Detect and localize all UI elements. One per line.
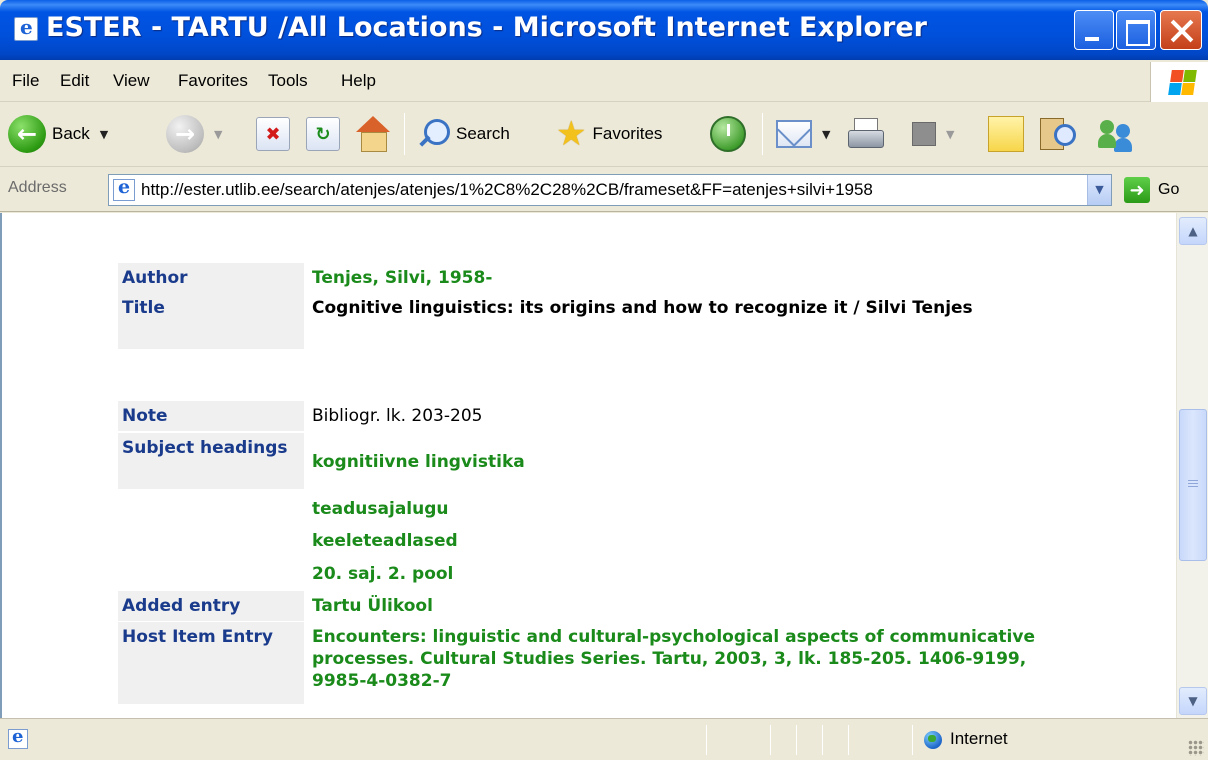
field-label-note: Note xyxy=(118,401,304,431)
stop-icon: ✖ xyxy=(256,117,290,151)
field-label-subject-headings: Subject headings xyxy=(118,433,304,489)
author-link[interactable]: Tenjes, Silvi, 1958- xyxy=(312,263,1072,293)
ie-page-icon xyxy=(14,15,38,41)
menu-tools[interactable]: Tools xyxy=(268,71,308,91)
search-icon xyxy=(416,117,450,151)
go-label: Go xyxy=(1158,181,1180,198)
status-divider xyxy=(912,725,913,755)
messenger-button[interactable] xyxy=(1096,111,1136,157)
note-value: Bibliogr. lk. 203-205 xyxy=(312,406,483,426)
back-dropdown-icon[interactable]: ▼ xyxy=(100,128,108,141)
mail-dropdown-icon[interactable]: ▼ xyxy=(822,128,830,141)
ie-page-icon xyxy=(113,176,135,201)
print-button[interactable] xyxy=(846,111,884,157)
window-title: ESTER - TARTU /All Locations - Microsoft… xyxy=(46,12,927,43)
edit-button[interactable]: ▼ xyxy=(912,111,954,157)
edit-dropdown-icon[interactable]: ▼ xyxy=(946,128,954,141)
security-zone-label: Internet xyxy=(950,729,1008,748)
address-url[interactable]: http://ester.utlib.ee/search/atenjes/ate… xyxy=(141,180,1083,200)
address-bar: Address http://ester.utlib.ee/search/ate… xyxy=(0,168,1208,212)
messenger-icon xyxy=(1096,116,1136,152)
research-button[interactable] xyxy=(1038,111,1076,157)
menu-file[interactable]: File xyxy=(12,71,39,91)
status-divider xyxy=(822,725,823,755)
mail-button[interactable]: ▼ xyxy=(776,111,830,157)
forward-dropdown-icon[interactable]: ▼ xyxy=(214,128,222,141)
menu-edit[interactable]: Edit xyxy=(60,71,89,91)
refresh-icon: ↻ xyxy=(306,117,340,151)
search-label: Search xyxy=(456,124,510,143)
notes-icon xyxy=(988,116,1024,152)
ie-page-icon xyxy=(8,726,28,749)
forward-button[interactable]: → ▼ xyxy=(166,111,222,157)
favorites-label: Favorites xyxy=(592,124,663,143)
resize-grip-icon[interactable] xyxy=(1188,740,1204,756)
title-bar[interactable]: ESTER - TARTU /All Locations - Microsoft… xyxy=(0,0,1208,60)
status-divider xyxy=(796,725,797,755)
research-icon xyxy=(1038,116,1076,152)
address-label: Address xyxy=(8,179,67,196)
close-button[interactable] xyxy=(1160,10,1202,50)
chevron-up-icon: ▲ xyxy=(1188,224,1198,238)
subject-link[interactable]: teadusajalugu xyxy=(312,494,1072,524)
history-button[interactable] xyxy=(710,111,746,157)
title-value: Cognitive linguistics: its origins and h… xyxy=(312,298,973,318)
print-icon xyxy=(846,118,884,150)
chevron-down-icon: ▼ xyxy=(1188,694,1198,708)
status-divider xyxy=(770,725,771,755)
menu-bar: File Edit View Favorites Tools Help xyxy=(0,60,1208,102)
field-label-title: Title xyxy=(118,293,304,349)
home-icon xyxy=(354,116,392,152)
menu-help[interactable]: Help xyxy=(341,71,376,91)
page-content: Author Tenjes, Silvi, 1958- Title Cognit… xyxy=(0,213,1176,718)
grip-icon xyxy=(1188,480,1198,488)
mail-icon xyxy=(776,120,812,148)
go-button[interactable]: ➜ Go xyxy=(1124,176,1179,204)
field-label-host-item-entry: Host Item Entry xyxy=(118,622,304,704)
vertical-scrollbar[interactable]: ▲ ▼ xyxy=(1176,213,1208,718)
field-label-author: Author xyxy=(118,263,304,293)
minimize-button[interactable] xyxy=(1074,10,1114,50)
go-arrow-icon: ➜ xyxy=(1124,177,1150,203)
host-item-link[interactable]: Encounters: linguistic and cultural-psyc… xyxy=(312,622,1052,696)
notes-button[interactable] xyxy=(988,111,1024,157)
windows-logo xyxy=(1150,62,1208,102)
favorites-star-icon: ★ xyxy=(556,114,587,154)
favorites-button[interactable]: ★ Favorites xyxy=(556,111,662,157)
back-arrow-icon: ← xyxy=(8,115,46,153)
scroll-down-button[interactable]: ▼ xyxy=(1179,687,1207,715)
added-entry-link[interactable]: Tartu Ülikool xyxy=(312,591,1072,621)
maximize-button[interactable] xyxy=(1116,10,1156,50)
address-dropdown-icon[interactable]: ▼ xyxy=(1087,175,1111,205)
address-input[interactable]: http://ester.utlib.ee/search/atenjes/ate… xyxy=(108,174,1112,206)
back-button[interactable]: ← Back ▼ xyxy=(8,111,108,157)
forward-arrow-icon: → xyxy=(166,115,204,153)
history-icon xyxy=(710,116,746,152)
menu-favorites[interactable]: Favorites xyxy=(178,71,248,91)
field-label-added-entry: Added entry xyxy=(118,591,304,621)
subject-link[interactable]: kognitiivne lingvistika xyxy=(312,447,1072,477)
status-bar: Internet xyxy=(0,718,1208,760)
edit-icon xyxy=(912,122,936,146)
internet-globe-icon xyxy=(924,731,942,749)
refresh-button[interactable]: ↻ xyxy=(306,111,340,157)
scroll-up-button[interactable]: ▲ xyxy=(1179,217,1207,245)
stop-button[interactable]: ✖ xyxy=(256,111,290,157)
home-button[interactable] xyxy=(354,111,392,157)
standard-toolbar: ← Back ▼ → ▼ ✖ ↻ Search ★ Favorites ▼ ▼ xyxy=(0,103,1208,167)
status-divider xyxy=(848,725,849,755)
toolbar-separator xyxy=(762,113,763,155)
menu-view[interactable]: View xyxy=(113,71,150,91)
search-button[interactable]: Search xyxy=(416,111,510,157)
scrollbar-thumb[interactable] xyxy=(1179,409,1207,561)
back-label: Back xyxy=(52,124,90,143)
status-divider xyxy=(706,725,707,755)
subject-link[interactable]: 20. saj. 2. pool xyxy=(312,559,1072,589)
toolbar-separator xyxy=(404,113,405,155)
subject-link[interactable]: keeleteadlased xyxy=(312,526,1072,556)
